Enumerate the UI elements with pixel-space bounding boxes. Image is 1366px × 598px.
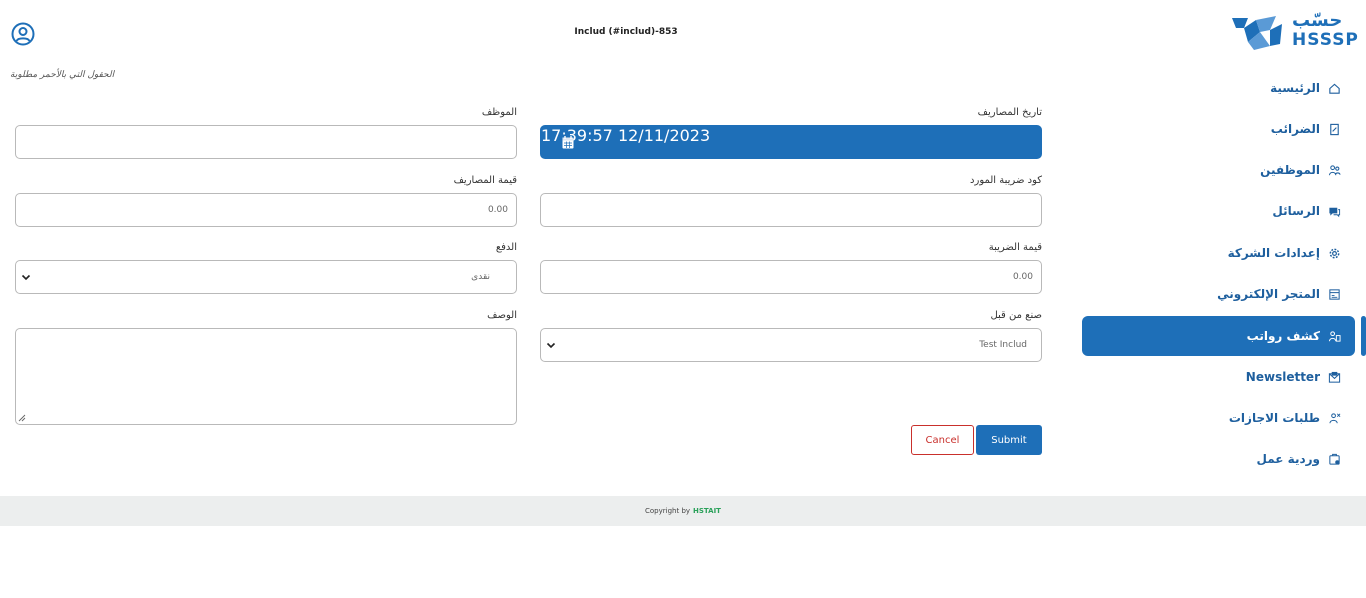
sidebar-item-label: Newsletter [1245,370,1320,384]
tax-document-icon [1330,123,1339,135]
logo-text-arabic: حسّب [1292,10,1343,31]
cancel-button[interactable]: Cancel [911,425,974,455]
created-by-label: صنع من قبل [990,310,1042,321]
sidebar-item-label: الضرائب [1270,122,1320,136]
sidebar-item-label: وردية عمل [1256,452,1320,466]
sidebar-item-work-shift[interactable]: وردية عمل [1082,439,1355,479]
description-label: الوصف [487,310,517,321]
supplier-tax-code-input[interactable] [540,193,1042,227]
users-icon [1328,164,1341,175]
tax-value-value: 0.00 [1012,272,1033,282]
sidebar-item-online-store[interactable]: المتجر الإلكتروني [1082,274,1355,314]
required-fields-note: الحقول التي بالأحمر مطلوبة [10,70,115,80]
employee-input[interactable] [15,125,517,159]
sidebar-item-label: الرسائل [1272,204,1320,218]
expense-date-label: تاريخ المصاريف [977,107,1042,118]
payroll-icon [1328,330,1341,342]
page-title: Includ (#includ)-853 [574,27,678,37]
created-by-select[interactable]: Test Includ [540,328,1042,362]
payment-label: الدفع [495,242,517,253]
tax-value-input[interactable]: 0.00 [540,260,1042,294]
logo[interactable]: حسّب HSSSP [1230,8,1360,52]
store-icon [1329,288,1340,300]
expense-value-value: 0.00 [487,205,508,215]
expense-value-input[interactable]: 0.00 [15,193,517,227]
expense-date-field[interactable]: 17:39:57 12/11/2023 [540,125,1042,159]
logo-text-english: HSSSP [1292,30,1359,50]
payment-select[interactable]: نقدى [15,260,517,294]
sidebar-item-newsletter[interactable]: Newsletter [1082,357,1355,397]
footer-copyright: Copyright by [645,507,691,515]
sidebar-item-label: المتجر الإلكتروني [1217,287,1320,301]
description-textarea[interactable] [15,328,517,425]
chevron-down-icon [546,342,556,349]
resize-handle-icon[interactable] [18,414,26,422]
user-profile-icon[interactable] [11,22,35,46]
sidebar-item-label: إعدادات الشركة [1227,246,1320,260]
payment-value: نقدى [471,272,490,282]
gear-icon [1329,248,1340,258]
logo-mark-icon [1232,16,1282,50]
expense-value-label: قيمة المصاريف [453,175,517,186]
sidebar-item-taxes[interactable]: الضرائب [1082,109,1355,149]
sidebar-item-messages[interactable]: الرسائل [1082,191,1355,231]
newsletter-icon [1328,371,1341,383]
chevron-down-icon [21,274,31,281]
sidebar-item-payroll[interactable]: كشف رواتب [1082,316,1355,356]
sidebar-item-leave-requests[interactable]: طلبات الاجازات [1082,398,1355,438]
submit-button[interactable]: Submit [976,425,1042,455]
home-icon [1329,83,1340,94]
employee-label: الموظف [481,107,517,118]
sidebar-item-company-settings[interactable]: إعدادات الشركة [1082,233,1355,273]
sidebar-item-employees[interactable]: الموظفين [1082,150,1355,190]
footer-brand-link[interactable]: HSTAIT [693,507,721,515]
shift-icon [1329,453,1340,465]
supplier-tax-code-label: كود ضريبة المورد [970,175,1042,186]
sidebar-item-label: طلبات الاجازات [1228,411,1320,425]
tax-value-label: قيمة الضريبة [988,242,1042,253]
chat-icon [1329,207,1341,217]
calendar-icon[interactable] [562,136,574,149]
sidebar-item-label: كشف رواتب [1246,329,1320,343]
active-indicator [1361,316,1366,356]
footer: Copyright by HSTAIT [0,496,1366,526]
leave-request-icon [1329,412,1341,423]
sidebar-item-label: الموظفين [1260,163,1320,177]
sidebar-item-home[interactable]: الرئيسية [1082,68,1355,108]
created-by-value: Test Includ [979,340,1027,350]
sidebar-item-label: الرئيسية [1270,81,1320,95]
